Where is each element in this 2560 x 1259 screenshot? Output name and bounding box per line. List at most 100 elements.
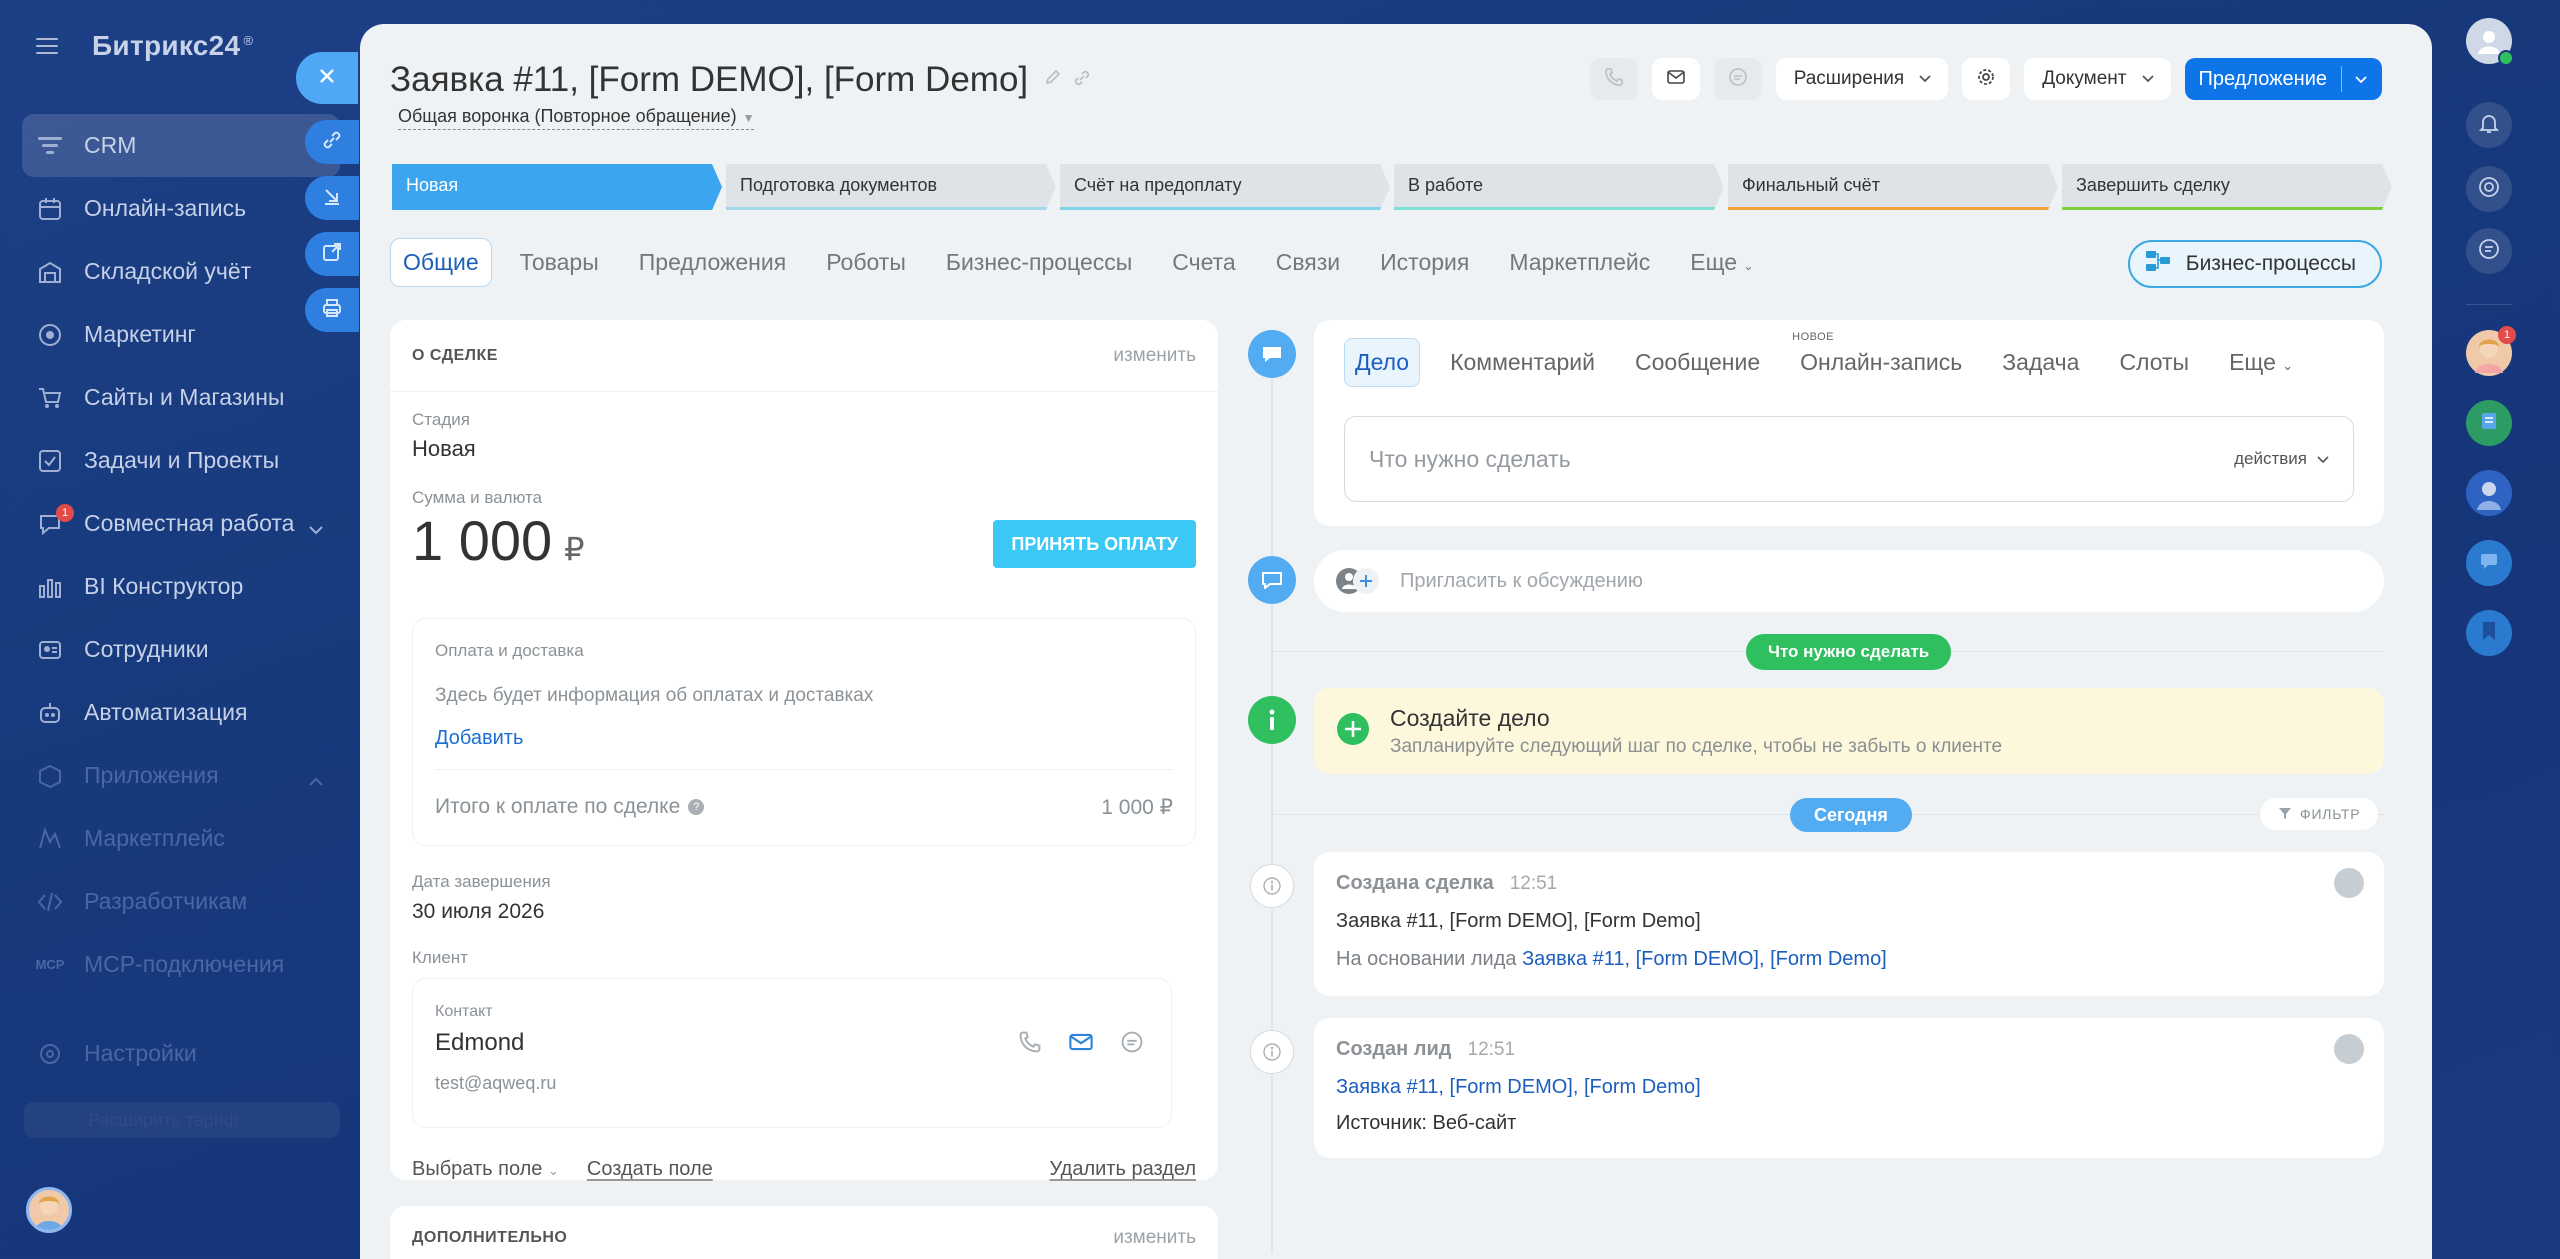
lead-link[interactable]: Заявка #11, [Form DEMO], [Form Demo] bbox=[1522, 948, 1887, 970]
user-avatar[interactable] bbox=[2466, 470, 2512, 516]
chat-button[interactable] bbox=[1713, 58, 1762, 100]
sidebar-item-automation[interactable]: Автоматизация bbox=[22, 681, 340, 744]
sidebar-item-mcp[interactable]: MCP MCP-подключения bbox=[22, 933, 340, 996]
email-button[interactable] bbox=[1651, 58, 1700, 100]
create-activity-title[interactable]: Создайте дело bbox=[1390, 705, 2002, 732]
tab-activity-booking[interactable]: НОВОЕ Онлайн-запись bbox=[1790, 331, 1972, 386]
bookmark-button[interactable] bbox=[2466, 610, 2512, 656]
create-field-link[interactable]: Создать поле bbox=[587, 1158, 713, 1181]
sidebar-item-booking[interactable]: Онлайн-запись bbox=[22, 177, 340, 240]
phone-icon[interactable] bbox=[1017, 1029, 1043, 1060]
close-slider-button[interactable] bbox=[296, 52, 358, 104]
settings-button[interactable] bbox=[1962, 58, 2011, 100]
choose-field-dropdown[interactable]: Выбрать поле ⌄ bbox=[412, 1158, 559, 1181]
tab-marketplace[interactable]: Маркетплейс bbox=[1497, 239, 1662, 286]
actions-dropdown[interactable]: действия bbox=[2234, 449, 2329, 469]
lead-link[interactable]: Заявка #11, [Form DEMO], [Form Demo] bbox=[1336, 1076, 1701, 1099]
open-new-window-button[interactable] bbox=[305, 232, 359, 276]
tab-robots[interactable]: Роботы bbox=[814, 239, 918, 286]
invite-discussion[interactable]: Пригласить к обсуждению bbox=[1314, 550, 2384, 612]
stage-in-work[interactable]: В работе bbox=[1394, 164, 1724, 210]
tab-business-processes[interactable]: Бизнес-процессы bbox=[934, 239, 1144, 286]
tab-history[interactable]: История bbox=[1368, 239, 1481, 286]
todo-input[interactable]: Что нужно сделать действия bbox=[1344, 416, 2354, 502]
contact-email[interactable]: test@aqweq.ru bbox=[435, 1073, 556, 1094]
delete-section-link[interactable]: Удалить раздел bbox=[1050, 1158, 1196, 1181]
tab-offers[interactable]: Предложения bbox=[627, 239, 798, 286]
stage-final-invoice[interactable]: Финальный счёт bbox=[1728, 164, 2058, 210]
document-dropdown[interactable]: Документ bbox=[2024, 58, 2171, 100]
stage-close-deal[interactable]: Завершить сделку bbox=[2062, 164, 2392, 210]
chevron-up-icon[interactable] bbox=[308, 766, 324, 793]
pencil-icon[interactable] bbox=[1044, 68, 1062, 93]
sidebar-item-employees[interactable]: Сотрудники bbox=[22, 618, 340, 681]
mail-icon[interactable] bbox=[1067, 1029, 1095, 1060]
help-icon[interactable]: ? bbox=[688, 799, 705, 815]
card-header: ДОПОЛНИТЕЛЬНО изменить bbox=[390, 1206, 1218, 1259]
contact-name[interactable]: Edmond bbox=[435, 1029, 524, 1057]
sidebar-item-collab[interactable]: 1 Совместная работа bbox=[22, 492, 340, 555]
profile-avatar[interactable] bbox=[2466, 18, 2514, 66]
edit-link[interactable]: изменить bbox=[1113, 345, 1196, 367]
link-icon[interactable] bbox=[1072, 68, 1092, 93]
sidebar-item-bi[interactable]: BI Конструктор bbox=[22, 555, 340, 618]
sidebar-item-warehouse[interactable]: Складской учёт bbox=[22, 240, 340, 303]
messenger-button[interactable] bbox=[2466, 228, 2512, 274]
sidebar-item-settings[interactable]: Настройки bbox=[22, 1022, 340, 1085]
sidebar-item-marketing[interactable]: Маркетинг bbox=[22, 303, 340, 366]
extensions-dropdown[interactable]: Расширения bbox=[1775, 58, 1949, 100]
tab-activity-task[interactable]: Задача bbox=[1992, 339, 2089, 386]
tab-relations[interactable]: Связи bbox=[1264, 239, 1352, 286]
tab-activity-comment[interactable]: Комментарий bbox=[1440, 339, 1605, 386]
chat-group-avatar[interactable] bbox=[2466, 540, 2512, 586]
minimize-button[interactable] bbox=[305, 176, 359, 220]
add-payment-link[interactable]: Добавить bbox=[435, 727, 523, 750]
sum-value[interactable]: 1 000 ₽ bbox=[412, 508, 585, 573]
filter-button[interactable]: ФИЛЬТР bbox=[2260, 798, 2379, 830]
chat-group-avatar[interactable] bbox=[2466, 400, 2512, 446]
accept-payment-button[interactable]: ПРИНЯТЬ ОПЛАТУ bbox=[993, 520, 1196, 568]
tab-activity-slots[interactable]: Слоты bbox=[2109, 339, 2199, 386]
sidebar-item-apps[interactable]: Приложения bbox=[22, 744, 340, 807]
stage-prepay[interactable]: Счёт на предоплату bbox=[1060, 164, 1390, 210]
edit-link[interactable]: изменить bbox=[1113, 1227, 1196, 1249]
offer-button[interactable]: Предложение bbox=[2184, 58, 2382, 100]
tab-more[interactable]: Еще ⌄ bbox=[1678, 239, 1765, 286]
close-date-value[interactable]: 30 июля 2026 bbox=[412, 900, 551, 924]
tab-activity-message[interactable]: Сообщение bbox=[1625, 339, 1770, 386]
payment-delivery-box: Оплата и доставка Здесь будет информация… bbox=[412, 618, 1196, 846]
sidebar-item-developers[interactable]: Разработчикам bbox=[22, 870, 340, 933]
avatar[interactable] bbox=[2334, 1034, 2364, 1064]
call-button[interactable] bbox=[1589, 58, 1638, 100]
stage-new[interactable]: Новая bbox=[392, 164, 722, 210]
stage-field-value[interactable]: Новая bbox=[412, 436, 476, 462]
menu-burger-icon[interactable] bbox=[36, 36, 62, 56]
funnel-selector[interactable]: Общая воронка (Повторное обращение) ▼ bbox=[398, 106, 755, 130]
sidebar-item-tasks[interactable]: Задачи и Проекты bbox=[22, 429, 340, 492]
contact-avatar[interactable]: 1 bbox=[2466, 326, 2516, 376]
logo[interactable]: Битрикс24 ® bbox=[92, 30, 253, 62]
tab-label: Онлайн-запись bbox=[1800, 349, 1963, 375]
chevron-down-icon[interactable] bbox=[2342, 68, 2382, 91]
business-processes-button[interactable]: Бизнес-процессы bbox=[2127, 240, 2382, 288]
tab-general[interactable]: Общие bbox=[390, 238, 492, 287]
chevron-down-icon[interactable] bbox=[308, 514, 324, 541]
chat-bubble-icon[interactable] bbox=[1119, 1029, 1145, 1060]
sidebar-item-marketplace[interactable]: Маркетплейс bbox=[22, 807, 340, 870]
upgrade-tariff-button[interactable]: Расширить тариф bbox=[24, 1102, 340, 1138]
copy-link-button[interactable] bbox=[305, 120, 359, 164]
add-circle-icon[interactable] bbox=[1336, 712, 1370, 751]
avatar[interactable] bbox=[2334, 868, 2364, 898]
tab-invoices[interactable]: Счета bbox=[1160, 239, 1247, 286]
tab-products[interactable]: Товары bbox=[508, 239, 611, 286]
sidebar-item-crm[interactable]: CRM bbox=[22, 114, 340, 177]
notifications-button[interactable] bbox=[2466, 102, 2512, 148]
tab-activity-todo[interactable]: Дело bbox=[1344, 338, 1421, 387]
stage-docs[interactable]: Подготовка документов bbox=[726, 164, 1056, 210]
sidebar-item-sites[interactable]: Сайты и Магазины bbox=[22, 366, 340, 429]
page-title[interactable]: Заявка #11, [Form DEMO], [Form Demo] bbox=[390, 60, 1028, 100]
user-avatar[interactable] bbox=[26, 1187, 72, 1233]
print-button[interactable] bbox=[305, 288, 359, 332]
tab-activity-more[interactable]: Еще ⌄ bbox=[2219, 339, 2303, 386]
copilot-button[interactable] bbox=[2466, 166, 2512, 212]
